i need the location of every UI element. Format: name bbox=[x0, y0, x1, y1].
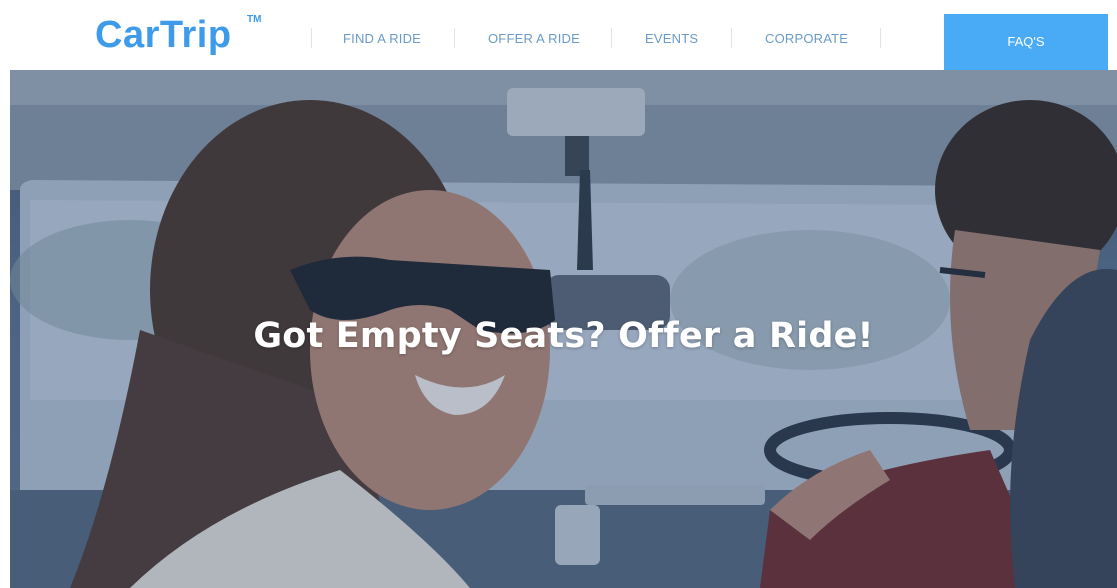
nav-divider bbox=[880, 28, 881, 48]
nav-divider bbox=[311, 28, 312, 48]
cartrip-logo[interactable]: CarTrip bbox=[95, 16, 232, 54]
hero-banner: Got Empty Seats? Offer a Ride! bbox=[10, 70, 1117, 588]
nav-link-offer-a-ride[interactable]: OFFER A RIDE bbox=[488, 32, 580, 45]
nav-divider bbox=[611, 28, 612, 48]
trademark-mark: TM bbox=[247, 14, 262, 25]
nav-link-find-a-ride[interactable]: FIND A RIDE bbox=[343, 32, 421, 45]
hero-heading: Got Empty Seats? Offer a Ride! bbox=[253, 316, 874, 356]
nav-link-events[interactable]: EVENTS bbox=[645, 32, 698, 45]
faq-button[interactable]: FAQ'S bbox=[944, 14, 1108, 70]
nav-link-corporate[interactable]: CORPORATE bbox=[765, 32, 848, 45]
nav-divider bbox=[731, 28, 732, 48]
top-navbar: CarTrip TM FIND A RIDE OFFER A RIDE EVEN… bbox=[0, 0, 1117, 70]
nav-divider bbox=[454, 28, 455, 48]
